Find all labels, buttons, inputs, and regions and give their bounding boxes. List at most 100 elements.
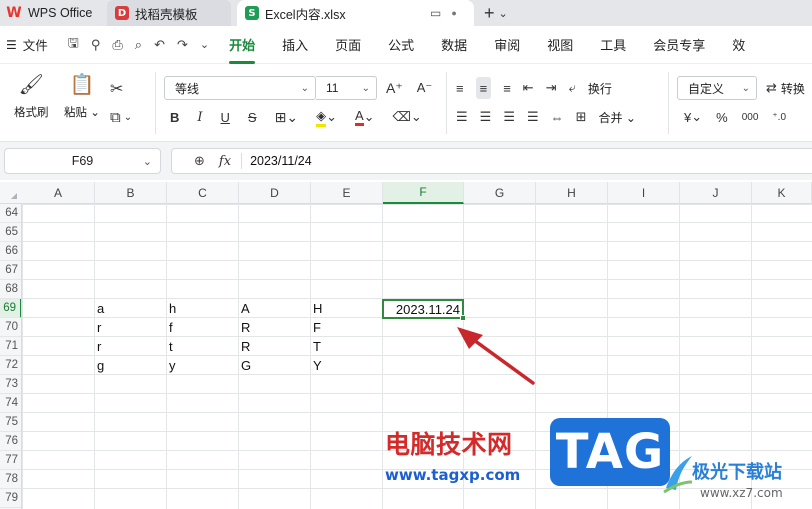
print-icon[interactable]: ⎙ — [112, 37, 122, 53]
cell-e72[interactable]: Y — [310, 356, 322, 375]
cell-c72[interactable]: y — [166, 356, 176, 375]
column-header-i[interactable]: I — [608, 182, 680, 204]
new-tab-button[interactable]: + ⌄ — [484, 1, 508, 25]
selected-cell-f69[interactable]: 2023.11.24 — [382, 299, 466, 321]
name-box[interactable]: F69 ⌄ — [4, 148, 161, 174]
indent-decrease-icon[interactable]: ⇤ — [523, 77, 534, 99]
tab-view[interactable]: 视图 — [547, 35, 573, 54]
tab-page[interactable]: 页面 — [335, 35, 361, 54]
cell-d69[interactable]: A — [238, 299, 250, 318]
tab-insert[interactable]: 插入 — [282, 35, 308, 54]
align-left-icon[interactable]: ☰ — [456, 106, 468, 128]
tab-review[interactable]: 审阅 — [494, 35, 520, 54]
column-header-f[interactable]: F — [383, 182, 464, 204]
align-top-icon[interactable]: ≡ — [456, 77, 464, 99]
cell-e70[interactable]: F — [310, 318, 321, 337]
cell-e71[interactable]: T — [310, 337, 321, 356]
tab-tools[interactable]: 工具 — [600, 35, 626, 54]
bold-button[interactable]: B — [170, 106, 179, 128]
number-format-select[interactable]: 自定义 ⌄ — [677, 76, 757, 100]
column-header-d[interactable]: D — [239, 182, 311, 204]
border-icon[interactable]: ⊞⌄ — [275, 106, 298, 128]
row-header-72[interactable]: 72 — [0, 356, 21, 375]
row-header-75[interactable]: 75 — [0, 413, 21, 432]
convert-button[interactable]: ⇄ 转换 — [766, 77, 805, 99]
strikethrough-button[interactable]: S — [248, 106, 257, 128]
row-header-78[interactable]: 78 — [0, 470, 21, 489]
window-icon[interactable]: ▭ — [430, 6, 441, 20]
justify-icon[interactable]: ☰ — [527, 106, 539, 128]
underline-button[interactable]: U — [221, 106, 230, 128]
thousands-button[interactable]: 000 — [742, 106, 759, 128]
currency-button[interactable]: ¥ ⌄ — [684, 106, 702, 128]
redo-icon[interactable]: ↷ — [177, 37, 188, 53]
row-header-66[interactable]: 66 — [0, 242, 21, 261]
cut-button[interactable]: ✂ — [110, 78, 123, 100]
eraser-icon[interactable]: ⌫⌄ — [393, 106, 422, 128]
cell-d70[interactable]: R — [238, 318, 250, 337]
tab-member[interactable]: 会员专享 — [653, 35, 705, 54]
column-header-b[interactable]: B — [95, 182, 167, 204]
wrap-text-label[interactable]: 换行 — [588, 80, 612, 97]
italic-button[interactable]: I — [197, 106, 202, 128]
column-header-g[interactable]: G — [464, 182, 536, 204]
font-name-select[interactable]: 等线 ⌄ — [164, 76, 316, 100]
cell-c70[interactable]: f — [166, 318, 173, 337]
tab-formulas[interactable]: 公式 — [388, 35, 414, 54]
row-header-69[interactable]: 69 — [0, 299, 21, 318]
column-header-e[interactable]: E — [311, 182, 383, 204]
row-header-67[interactable]: 67 — [0, 261, 21, 280]
fx-icon[interactable]: fx — [219, 154, 231, 169]
cell-b69[interactable]: a — [94, 299, 104, 318]
tab-home[interactable]: 开始 — [229, 35, 256, 64]
file-menu[interactable]: ☰ 文件 — [6, 35, 48, 54]
print-preview-icon[interactable]: ⌕ — [135, 37, 142, 53]
row-header-73[interactable]: 73 — [0, 375, 21, 394]
cell-d71[interactable]: R — [238, 337, 250, 356]
row-header-68[interactable]: 68 — [0, 280, 21, 299]
tab-wps-office[interactable]: W WPS Office — [6, 0, 92, 26]
row-header-71[interactable]: 71 — [0, 337, 21, 356]
increase-font-icon[interactable]: A⁺ — [386, 77, 403, 99]
select-all-corner[interactable] — [0, 182, 22, 204]
decrease-font-icon[interactable]: A⁻ — [417, 77, 433, 99]
tab-template-store[interactable]: D 找稻壳模板 — [107, 0, 231, 26]
row-header-74[interactable]: 74 — [0, 394, 21, 413]
fill-handle[interactable] — [460, 315, 466, 321]
cell-b70[interactable]: r — [94, 318, 101, 337]
cell-b71[interactable]: r — [94, 337, 101, 356]
undo-icon[interactable]: ↶ — [154, 37, 165, 53]
row-header-77[interactable]: 77 — [0, 451, 21, 470]
merge-label[interactable]: 合并 ⌄ — [599, 109, 636, 126]
wrap-text-icon[interactable]: ⤶ — [569, 77, 576, 99]
cell-c71[interactable]: t — [166, 337, 173, 356]
row-header-65[interactable]: 65 — [0, 223, 21, 242]
column-header-j[interactable]: J — [680, 182, 752, 204]
share-icon[interactable]: ⚲ — [91, 37, 101, 53]
row-header-76[interactable]: 76 — [0, 432, 21, 451]
formula-input[interactable]: 2023/11/24 — [250, 154, 312, 168]
font-color-button[interactable]: A ⌄ — [354, 106, 375, 128]
column-header-c[interactable]: C — [167, 182, 239, 204]
row-header-64[interactable]: 64 — [0, 204, 21, 223]
zoom-icon[interactable]: ⊕ — [194, 153, 205, 169]
align-right-icon[interactable]: ☰ — [503, 106, 515, 128]
fill-color-icon[interactable]: ◈ ⌄ — [316, 106, 337, 128]
format-painter-button[interactable]: 🖌 格式刷 — [14, 72, 49, 120]
percent-button[interactable]: % — [716, 106, 728, 128]
cell-b72[interactable]: g — [94, 356, 104, 375]
copy-button[interactable]: ⧉ ⌄ — [110, 106, 132, 128]
distribute-icon[interactable]: ⇔ — [551, 106, 564, 128]
column-header-k[interactable]: K — [752, 182, 812, 204]
save-icon[interactable]: 🖫 — [68, 34, 79, 56]
merge-icon[interactable]: ⊞ — [576, 106, 587, 128]
decimal-increase-icon[interactable]: ⁺.0 — [772, 106, 786, 128]
dot-icon[interactable]: ● — [451, 8, 456, 18]
column-header-a[interactable]: A — [22, 182, 95, 204]
align-middle-icon[interactable]: ≡ — [475, 77, 492, 99]
font-size-select[interactable]: 11 ⌄ — [316, 76, 377, 100]
paste-button[interactable]: 📋 粘贴 ⌄ — [64, 72, 100, 120]
chevron-down-icon[interactable]: ⌄ — [200, 38, 209, 51]
cell-c69[interactable]: h — [166, 299, 176, 318]
row-header-79[interactable]: 79 — [0, 489, 21, 508]
